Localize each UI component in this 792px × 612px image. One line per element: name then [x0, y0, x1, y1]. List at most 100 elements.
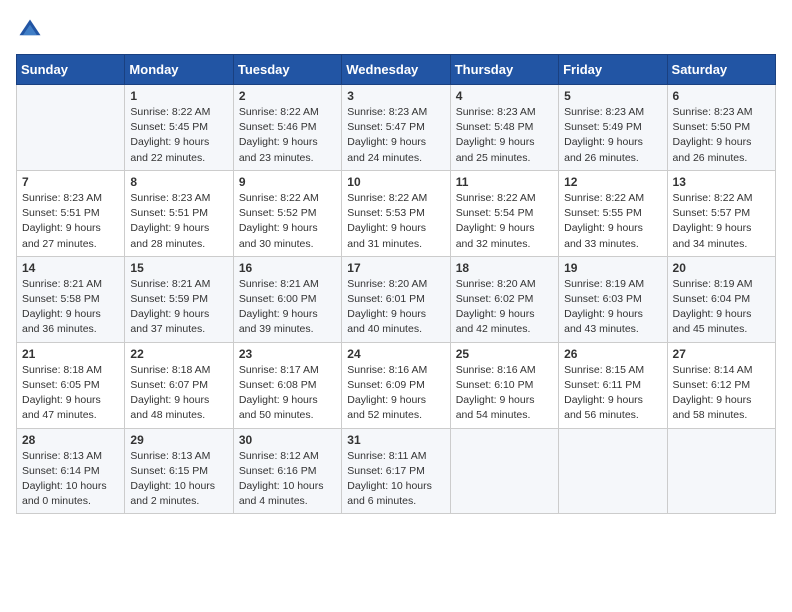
calendar-day-cell: 7 Sunrise: 8:23 AMSunset: 5:51 PMDaylight…: [17, 170, 125, 256]
calendar-header-cell: Tuesday: [233, 55, 341, 85]
day-info: Sunrise: 8:23 AMSunset: 5:51 PMDaylight:…: [22, 191, 119, 252]
day-number: 4: [456, 89, 553, 103]
day-info: Sunrise: 8:23 AMSunset: 5:47 PMDaylight:…: [347, 105, 444, 166]
day-info: Sunrise: 8:15 AMSunset: 6:11 PMDaylight:…: [564, 363, 661, 424]
day-number: 2: [239, 89, 336, 103]
day-number: 19: [564, 261, 661, 275]
calendar-day-cell: 29 Sunrise: 8:13 AMSunset: 6:15 PMDayligh…: [125, 428, 233, 514]
calendar-table: SundayMondayTuesdayWednesdayThursdayFrid…: [16, 54, 776, 514]
calendar-day-cell: 24Sunrise: 8:16 AMSunset: 6:09 PMDayligh…: [342, 342, 450, 428]
day-number: 1: [130, 89, 227, 103]
day-number: 23: [239, 347, 336, 361]
calendar-header-cell: Sunday: [17, 55, 125, 85]
day-number: 21: [22, 347, 119, 361]
day-number: 13: [673, 175, 770, 189]
day-info: Sunrise: 8:18 AMSunset: 6:05 PMDaylight:…: [22, 363, 119, 424]
day-info: Sunrise: 8:22 AMSunset: 5:45 PMDaylight:…: [130, 105, 227, 166]
logo-icon: [16, 16, 44, 44]
calendar-day-cell: 16Sunrise: 8:21 AMSunset: 6:00 PMDayligh…: [233, 256, 341, 342]
calendar-day-cell: 9 Sunrise: 8:22 AMSunset: 5:52 PMDaylight…: [233, 170, 341, 256]
day-number: 31: [347, 433, 444, 447]
day-number: 7: [22, 175, 119, 189]
day-info: Sunrise: 8:12 AMSunset: 6:16 PMDaylight:…: [239, 449, 336, 510]
calendar-day-cell: 23 Sunrise: 8:17 AMSunset: 6:08 PMDayligh…: [233, 342, 341, 428]
day-info: Sunrise: 8:23 AMSunset: 5:50 PMDaylight:…: [673, 105, 770, 166]
calendar-header-row: SundayMondayTuesdayWednesdayThursdayFrid…: [17, 55, 776, 85]
calendar-day-cell: 17 Sunrise: 8:20 AMSunset: 6:01 PMDayligh…: [342, 256, 450, 342]
day-info: Sunrise: 8:22 AMSunset: 5:57 PMDaylight:…: [673, 191, 770, 252]
day-number: 20: [673, 261, 770, 275]
calendar-day-cell: 13 Sunrise: 8:22 AMSunset: 5:57 PMDayligh…: [667, 170, 775, 256]
calendar-day-cell: 5 Sunrise: 8:23 AMSunset: 5:49 PMDaylight…: [559, 85, 667, 171]
calendar-header-cell: Thursday: [450, 55, 558, 85]
calendar-week-row: 7 Sunrise: 8:23 AMSunset: 5:51 PMDaylight…: [17, 170, 776, 256]
calendar-week-row: 14Sunrise: 8:21 AMSunset: 5:58 PMDayligh…: [17, 256, 776, 342]
calendar-day-cell: 22 Sunrise: 8:18 AMSunset: 6:07 PMDayligh…: [125, 342, 233, 428]
logo: [16, 16, 48, 44]
day-info: Sunrise: 8:20 AMSunset: 6:01 PMDaylight:…: [347, 277, 444, 338]
calendar-day-cell: [667, 428, 775, 514]
page-header: [16, 16, 776, 44]
calendar-header-cell: Friday: [559, 55, 667, 85]
day-number: 3: [347, 89, 444, 103]
day-number: 15: [130, 261, 227, 275]
calendar-day-cell: [450, 428, 558, 514]
day-number: 8: [130, 175, 227, 189]
day-number: 6: [673, 89, 770, 103]
day-number: 25: [456, 347, 553, 361]
calendar-day-cell: 3 Sunrise: 8:23 AMSunset: 5:47 PMDaylight…: [342, 85, 450, 171]
calendar-day-cell: 25 Sunrise: 8:16 AMSunset: 6:10 PMDayligh…: [450, 342, 558, 428]
day-info: Sunrise: 8:23 AMSunset: 5:48 PMDaylight:…: [456, 105, 553, 166]
day-info: Sunrise: 8:23 AMSunset: 5:49 PMDaylight:…: [564, 105, 661, 166]
calendar-day-cell: 19 Sunrise: 8:19 AMSunset: 6:03 PMDayligh…: [559, 256, 667, 342]
day-number: 28: [22, 433, 119, 447]
day-info: Sunrise: 8:17 AMSunset: 6:08 PMDaylight:…: [239, 363, 336, 424]
day-info: Sunrise: 8:22 AMSunset: 5:55 PMDaylight:…: [564, 191, 661, 252]
calendar-day-cell: 12 Sunrise: 8:22 AMSunset: 5:55 PMDayligh…: [559, 170, 667, 256]
day-number: 14: [22, 261, 119, 275]
calendar-day-cell: 28Sunrise: 8:13 AMSunset: 6:14 PMDayligh…: [17, 428, 125, 514]
day-number: 5: [564, 89, 661, 103]
calendar-week-row: 1 Sunrise: 8:22 AMSunset: 5:45 PMDaylight…: [17, 85, 776, 171]
day-info: Sunrise: 8:14 AMSunset: 6:12 PMDaylight:…: [673, 363, 770, 424]
calendar-day-cell: [559, 428, 667, 514]
calendar-day-cell: 4 Sunrise: 8:23 AMSunset: 5:48 PMDaylight…: [450, 85, 558, 171]
calendar-day-cell: 26Sunrise: 8:15 AMSunset: 6:11 PMDayligh…: [559, 342, 667, 428]
calendar-day-cell: 20 Sunrise: 8:19 AMSunset: 6:04 PMDayligh…: [667, 256, 775, 342]
day-info: Sunrise: 8:19 AMSunset: 6:04 PMDaylight:…: [673, 277, 770, 338]
day-info: Sunrise: 8:18 AMSunset: 6:07 PMDaylight:…: [130, 363, 227, 424]
day-info: Sunrise: 8:22 AMSunset: 5:54 PMDaylight:…: [456, 191, 553, 252]
day-info: Sunrise: 8:16 AMSunset: 6:10 PMDaylight:…: [456, 363, 553, 424]
calendar-header-cell: Monday: [125, 55, 233, 85]
day-number: 16: [239, 261, 336, 275]
day-number: 30: [239, 433, 336, 447]
calendar-week-row: 28Sunrise: 8:13 AMSunset: 6:14 PMDayligh…: [17, 428, 776, 514]
calendar-header-cell: Wednesday: [342, 55, 450, 85]
day-number: 24: [347, 347, 444, 361]
calendar-day-cell: 1 Sunrise: 8:22 AMSunset: 5:45 PMDaylight…: [125, 85, 233, 171]
calendar-day-cell: 10 Sunrise: 8:22 AMSunset: 5:53 PMDayligh…: [342, 170, 450, 256]
calendar-day-cell: 31 Sunrise: 8:11 AMSunset: 6:17 PMDayligh…: [342, 428, 450, 514]
day-info: Sunrise: 8:20 AMSunset: 6:02 PMDaylight:…: [456, 277, 553, 338]
day-info: Sunrise: 8:23 AMSunset: 5:51 PMDaylight:…: [130, 191, 227, 252]
day-number: 17: [347, 261, 444, 275]
day-number: 9: [239, 175, 336, 189]
calendar-week-row: 21 Sunrise: 8:18 AMSunset: 6:05 PMDayligh…: [17, 342, 776, 428]
calendar-day-cell: [17, 85, 125, 171]
day-info: Sunrise: 8:22 AMSunset: 5:52 PMDaylight:…: [239, 191, 336, 252]
day-info: Sunrise: 8:22 AMSunset: 5:53 PMDaylight:…: [347, 191, 444, 252]
calendar-day-cell: 14Sunrise: 8:21 AMSunset: 5:58 PMDayligh…: [17, 256, 125, 342]
day-info: Sunrise: 8:11 AMSunset: 6:17 PMDaylight:…: [347, 449, 444, 510]
day-number: 29: [130, 433, 227, 447]
day-number: 22: [130, 347, 227, 361]
day-number: 12: [564, 175, 661, 189]
day-info: Sunrise: 8:22 AMSunset: 5:46 PMDaylight:…: [239, 105, 336, 166]
calendar-day-cell: 30 Sunrise: 8:12 AMSunset: 6:16 PMDayligh…: [233, 428, 341, 514]
calendar-day-cell: 2 Sunrise: 8:22 AMSunset: 5:46 PMDaylight…: [233, 85, 341, 171]
calendar-day-cell: 6 Sunrise: 8:23 AMSunset: 5:50 PMDaylight…: [667, 85, 775, 171]
day-number: 10: [347, 175, 444, 189]
day-info: Sunrise: 8:13 AMSunset: 6:15 PMDaylight:…: [130, 449, 227, 510]
calendar-day-cell: 11Sunrise: 8:22 AMSunset: 5:54 PMDayligh…: [450, 170, 558, 256]
day-number: 18: [456, 261, 553, 275]
day-info: Sunrise: 8:19 AMSunset: 6:03 PMDaylight:…: [564, 277, 661, 338]
